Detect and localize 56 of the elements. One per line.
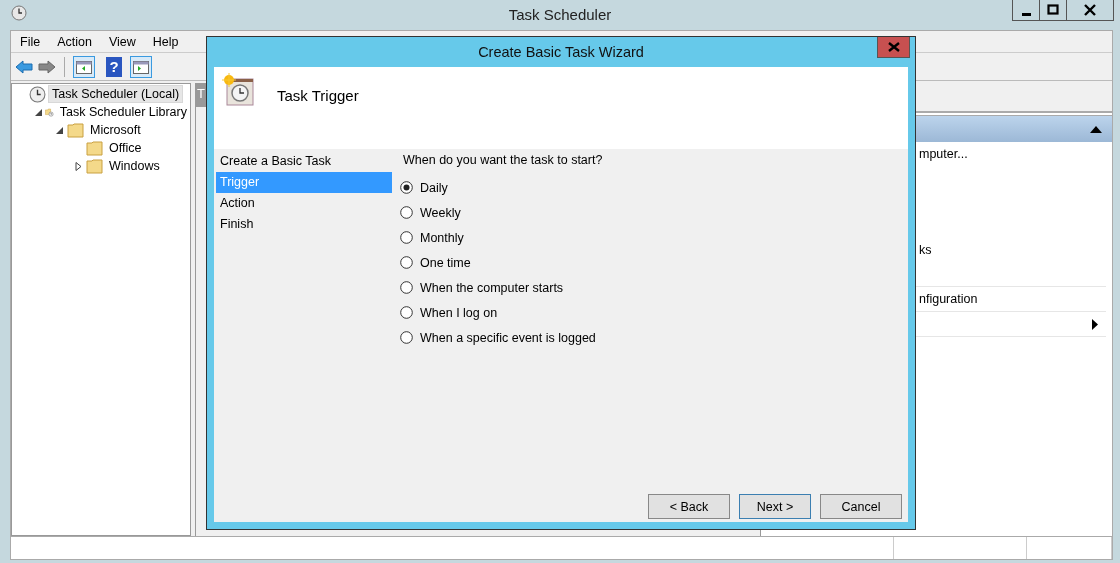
menu-item[interactable]: Help — [152, 34, 179, 49]
radio-button[interactable] — [400, 306, 413, 319]
dialog-button[interactable]: Next > — [739, 494, 811, 519]
option-label[interactable]: Monthly — [420, 230, 464, 245]
close-icon — [1084, 4, 1096, 16]
wizard-step[interactable]: Finish — [216, 214, 392, 235]
back-arrow-icon[interactable] — [15, 58, 33, 75]
radio-button[interactable] — [400, 206, 413, 219]
tree-item[interactable]: Task Scheduler (Local) — [49, 86, 183, 102]
action-item[interactable]: mputer... — [919, 147, 968, 161]
radio-button[interactable] — [400, 231, 413, 244]
option-label[interactable]: One time — [420, 255, 471, 270]
wizard-step[interactable]: Create a Basic Task — [216, 151, 392, 172]
menu-item[interactable]: View — [108, 34, 136, 49]
maximize-icon — [1047, 4, 1059, 16]
dialog-button[interactable]: < Back — [648, 494, 730, 519]
radio-button[interactable] — [400, 256, 413, 269]
pane-icon[interactable] — [130, 55, 152, 78]
forward-arrow-icon[interactable] — [38, 58, 56, 75]
radio-button[interactable] — [400, 331, 413, 344]
radio-button[interactable] — [400, 281, 413, 294]
tree-item[interactable]: Office — [106, 140, 145, 156]
action-item[interactable]: ks — [919, 243, 932, 257]
expanded-triangle-icon[interactable] — [35, 108, 42, 116]
tree-item[interactable]: Microsoft — [87, 122, 144, 138]
window-title: Task Scheduler — [507, 6, 613, 23]
minimize-icon — [1021, 12, 1031, 16]
wizard-step[interactable]: Action — [216, 193, 392, 214]
option-label[interactable]: Weekly — [420, 205, 461, 220]
option-label[interactable]: When the computer starts — [420, 280, 564, 295]
expanded-triangle-icon[interactable] — [55, 126, 63, 134]
menu-item[interactable]: Action — [57, 34, 92, 49]
help-icon[interactable]: ? — [106, 56, 122, 77]
menu-item[interactable]: File — [20, 34, 41, 49]
question-label: When do you want the task to start? — [403, 153, 604, 169]
close-icon — [887, 42, 900, 52]
tree-item[interactable]: Windows — [106, 158, 163, 174]
dialog-title: Create Basic Task Wizard — [477, 44, 645, 60]
action-item[interactable]: nfiguration — [919, 292, 978, 306]
option-label[interactable]: When I log on — [420, 305, 498, 320]
collapse-up-icon[interactable] — [1090, 125, 1102, 133]
pane-icon[interactable] — [73, 55, 95, 78]
clock-icon — [29, 85, 46, 103]
collapsed-triangle-icon[interactable] — [74, 161, 82, 171]
folder-icon — [67, 122, 84, 138]
dialog-button[interactable]: Cancel — [820, 494, 902, 519]
tree-item[interactable]: Task Scheduler Library — [56, 104, 190, 120]
option-label[interactable]: When a specific event is logged — [420, 330, 596, 345]
folder-icon — [86, 140, 103, 156]
clock-icon — [222, 73, 256, 107]
radio-button[interactable] — [400, 181, 413, 194]
clock-icon — [11, 5, 27, 21]
submenu-arrow-icon[interactable] — [1092, 318, 1098, 330]
folder-icon — [86, 158, 103, 174]
page-heading: Task Trigger — [277, 87, 359, 104]
option-label[interactable]: Daily — [420, 180, 448, 195]
